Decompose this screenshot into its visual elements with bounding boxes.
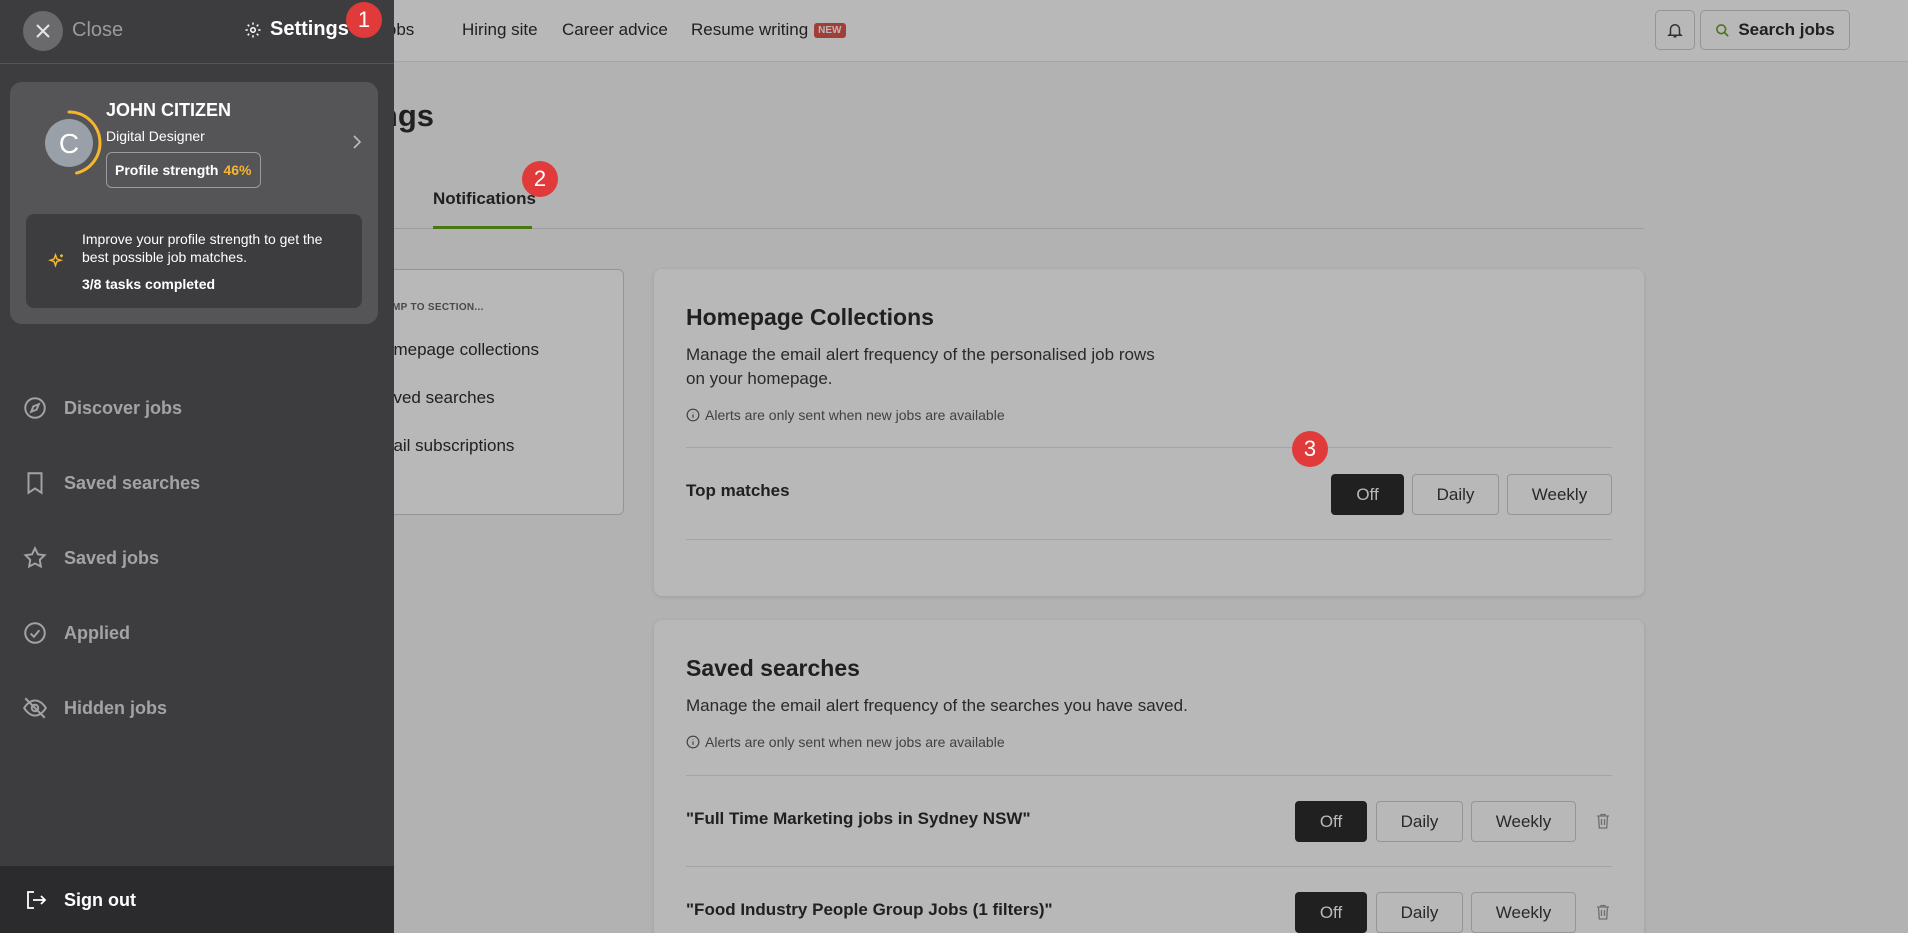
profile-tip-text: Improve your profile strength to get the… (82, 231, 323, 265)
profile-tip-box: Improve your profile strength to get the… (26, 214, 362, 308)
step-badge-2: 2 (522, 161, 558, 197)
star-icon (23, 546, 47, 569)
gear-icon (245, 22, 261, 37)
menu-item-discover-jobs[interactable]: Discover jobs (22, 395, 182, 421)
menu-item-applied[interactable]: Applied (22, 620, 130, 646)
tasks-completed: 3/8 tasks completed (82, 276, 216, 292)
avatar-initial: C (59, 128, 79, 159)
drawer-header: Close Settings (0, 0, 394, 64)
settings-label: Settings (270, 18, 349, 40)
profile-strength-ring: C (36, 110, 102, 176)
avatar: C (34, 108, 104, 178)
sign-out-label: Sign out (64, 889, 136, 910)
modal-backdrop[interactable] (394, 0, 1908, 933)
menu-item-saved-searches[interactable]: Saved searches (22, 470, 200, 496)
profile-name: JOHN CITIZEN (106, 100, 232, 120)
check-circle-icon (24, 622, 46, 644)
step-badge-3: 3 (1292, 431, 1328, 467)
menu-item-label: Saved searches (64, 472, 201, 493)
menu-item-saved-jobs[interactable]: Saved jobs (22, 545, 159, 571)
sign-out-content: Sign out (24, 888, 136, 912)
profile-strength-label: Profile strength (115, 162, 219, 178)
logout-icon (27, 891, 47, 909)
bookmark-icon (27, 472, 43, 495)
profile-strength-badge: Profile strength 46% (106, 152, 261, 188)
profile-role: Digital Designer (106, 128, 205, 144)
chevron-right-icon (353, 135, 362, 149)
compass-icon (24, 397, 46, 419)
menu-item-label: Saved jobs (64, 547, 160, 568)
settings-link[interactable]: Settings (244, 18, 349, 41)
sparkle-icon (48, 252, 64, 268)
sign-out-button[interactable]: Sign out (0, 866, 394, 933)
step-badge-1: 1 (346, 2, 382, 38)
eye-off-icon (23, 697, 47, 719)
menu-item-label: Hidden jobs (64, 697, 167, 718)
close-icon (36, 24, 50, 38)
menu-item-label: Applied (64, 622, 130, 643)
close-label[interactable]: Close (72, 19, 123, 42)
profile-card[interactable]: C JOHN CITIZEN Digital Designer Profile … (10, 82, 378, 324)
side-drawer: Close Settings C JOHN CITIZEN Digital De… (0, 0, 394, 933)
close-button[interactable] (23, 11, 63, 51)
menu-item-hidden-jobs[interactable]: Hidden jobs (22, 695, 167, 721)
profile-strength-value: 46% (223, 162, 252, 178)
menu-item-label: Discover jobs (64, 397, 183, 418)
